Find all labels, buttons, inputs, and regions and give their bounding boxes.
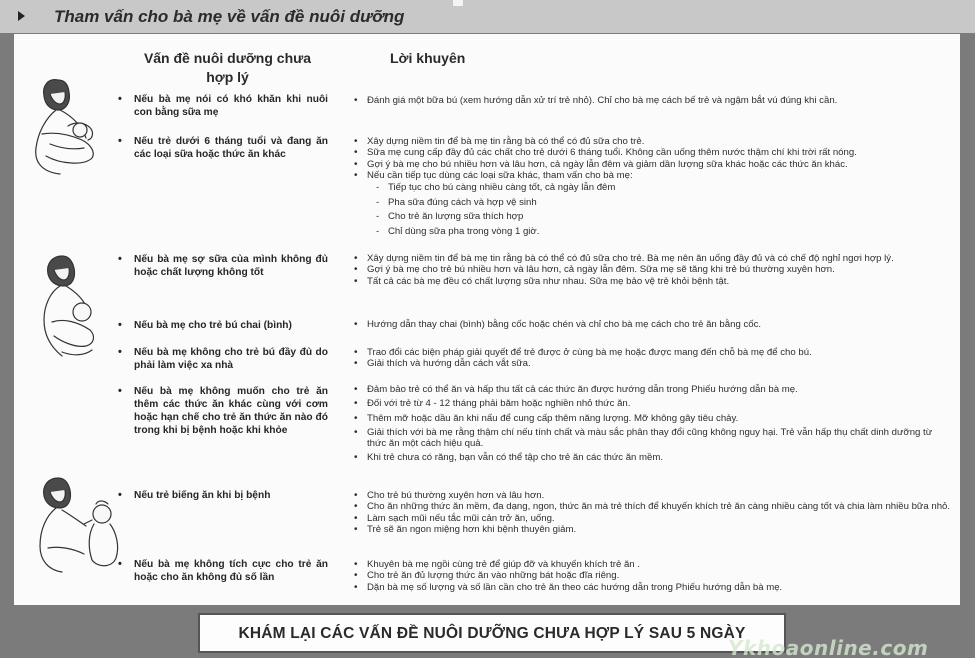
advice-item: • Thêm mỡ hoặc dầu ăn khi nấu để cung cấp…	[354, 412, 739, 424]
mother-baby-illustration	[43, 255, 95, 357]
advice-item: • Gợi ý bà mẹ cho bú nhiều hơn và lâu hơn…	[354, 158, 848, 170]
problem-item: • Nếu trẻ biếng ăn khi bị bệnh	[118, 489, 271, 501]
advice-block: • Trao đổi các biện pháp giải quyết để tr…	[354, 347, 954, 370]
advice-item: • Hướng dẫn thay chai (bình) bằng cốc hoặ…	[354, 319, 762, 330]
advice-item: • Tất cả các bà mẹ đều có chất lượng sữa …	[354, 275, 730, 287]
advice-item: • Đối với trẻ từ 4 - 12 tháng phải băm ho…	[354, 398, 631, 410]
advice-block: • Cho trẻ bú thường xuyên hơn và lâu hơn.…	[354, 490, 954, 535]
problem-item: • Nếu bà mẹ không cho trẻ bú đầy đủ do ph…	[118, 346, 328, 371]
advice-block: • Hướng dẫn thay chai (bình) bằng cốc hoặ…	[354, 319, 954, 330]
follow-up-box: KHÁM LẠI CÁC VẤN ĐỀ NUÔI DƯỠNG CHƯA HỢP …	[198, 613, 786, 653]
advice-subitem: - Tiếp tục cho bú càng nhiều càng tốt, cả…	[376, 182, 616, 194]
advice-block: • Đảm bảo trẻ có thể ăn và hấp thu tất cả…	[354, 384, 954, 464]
advice-item: • Cho ăn những thức ăn mềm, đa dạng, ngon…	[354, 501, 951, 513]
advice-item: • Khuyên bà mẹ ngồi cùng trẻ để giúp đỡ v…	[354, 559, 640, 570]
advice-item: • Sữa mẹ cung cấp đầy đủ các chất cho trẻ…	[354, 147, 857, 159]
problem-item: • Nếu bà mẹ cho trẻ bú chai (bình)	[118, 319, 292, 331]
mother-breastfeeding-illustration	[35, 79, 94, 175]
advice-item: • Trao đổi các biện pháp giải quyết để tr…	[354, 347, 812, 358]
problem-item: • Nếu bà mẹ không tích cực cho trẻ ăn hoặ…	[118, 558, 328, 583]
advice-item: • Dặn bà mẹ số lượng và số lần cần cho tr…	[354, 581, 783, 593]
advice-subitem: - Pha sữa đúng cách và hợp vệ sinh	[376, 196, 537, 208]
problem-item: • Nếu bà mẹ sợ sữa của mình không đủ hoặc…	[118, 253, 328, 278]
advice-item: • Nếu cần tiếp tục dùng các loại sữa khác…	[354, 169, 633, 181]
advice-item: • Đảm bảo trẻ có thể ăn và hấp thu tất cả…	[354, 384, 798, 395]
advice-item: • Xây dựng niềm tin để bà mẹ tin rằng bà …	[354, 253, 894, 264]
section-header: Tham vấn cho bà mẹ về vấn đề nuôi dưỡng	[0, 0, 975, 33]
advice-item: • Cho trẻ bú thường xuyên hơn và lâu hơn.	[354, 490, 545, 501]
follow-up-text: KHÁM LẠI CÁC VẤN ĐỀ NUÔI DƯỠNG CHƯA HỢP …	[238, 625, 746, 642]
content-panel: Vấn đề nuôi dưỡng chưa hợp lý Lời khuyên…	[14, 34, 960, 605]
advice-subitem: - Cho trẻ ăn lượng sữa thích hợp	[376, 211, 524, 223]
advice-subitem: - Chỉ dùng sữa pha trong vòng 1 giờ.	[376, 225, 540, 237]
advice-item: • Đánh giá một bữa bú (xem hướng dẫn xử t…	[354, 95, 838, 106]
advice-block: • Đánh giá một bữa bú (xem hướng dẫn xử t…	[354, 95, 954, 106]
advice-item: • Làm sạch mũi nếu tắc mũi cản trở ăn, uố…	[354, 512, 555, 524]
advice-block: • Khuyên bà mẹ ngồi cùng trẻ để giúp đỡ v…	[354, 559, 954, 593]
advice-item: • Khi trẻ chưa có răng, bạn vẫn có thể tậ…	[354, 452, 664, 464]
mother-feeding-child-illustration	[39, 477, 119, 573]
advice-block: • Xây dựng niềm tin để bà mẹ tin rằng bà …	[354, 253, 954, 287]
header-notch	[453, 0, 463, 6]
site-watermark: Ykhoaonline.com	[728, 636, 929, 658]
problem-item: • Nếu trẻ dưới 6 tháng tuổi và đang ăn cá…	[118, 135, 328, 160]
advice-item: • Giải thích và hướng dẫn cách vắt sữa.	[354, 358, 531, 370]
section-title: Tham vấn cho bà mẹ về vấn đề nuôi dưỡng	[54, 7, 405, 26]
advice-item: • Trẻ sẽ ăn ngon miệng hơn khi bệnh thuyê…	[354, 523, 577, 535]
advice-item: • Xây dựng niềm tin để bà mẹ tin rằng bà …	[354, 136, 645, 147]
problem-item: • Nếu bà mẹ nói có khó khăn khi nuôi con …	[118, 93, 328, 118]
advice-block: • Xây dựng niềm tin để bà mẹ tin rằng bà …	[354, 136, 954, 239]
advice-item: • Cho trẻ ăn đủ lượng thức ăn vào những b…	[354, 570, 620, 582]
problem-item: • Nếu bà mẹ không muốn cho trẻ ăn thêm cá…	[118, 385, 328, 436]
advice-column-heading: Lời khuyên	[390, 50, 466, 66]
advice-item: • Gợi ý bà mẹ cho trẻ bú nhiều hơn và lâu…	[354, 264, 835, 276]
triangle-right-icon	[18, 11, 25, 21]
problems-column-heading: Vấn đề nuôi dưỡng chưa hợp lý	[143, 50, 312, 85]
advice-item: • Giải thích với bà mẹ rằng thậm chí nếu …	[354, 426, 933, 450]
